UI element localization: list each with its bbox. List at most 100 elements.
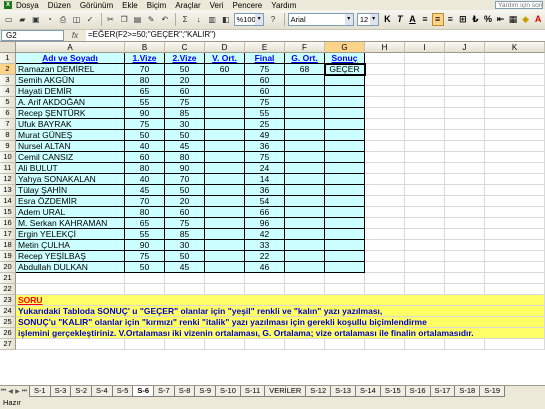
empty-cell[interactable] — [485, 218, 545, 229]
drawing-icon[interactable]: ◧ — [220, 13, 232, 26]
empty-cell[interactable] — [485, 75, 545, 86]
score-cell[interactable]: 60 — [125, 152, 165, 163]
empty-cell[interactable] — [405, 53, 445, 64]
italic-button[interactable]: T — [394, 13, 406, 26]
empty-cell[interactable] — [365, 218, 405, 229]
score-cell[interactable] — [205, 251, 245, 262]
score-cell[interactable]: 30 — [165, 240, 205, 251]
score-cell[interactable]: 50 — [165, 130, 205, 141]
empty-cell[interactable] — [485, 108, 545, 119]
menu-item[interactable]: Görünüm — [80, 1, 113, 10]
empty-cell[interactable] — [365, 108, 405, 119]
student-name-cell[interactable]: Ergin YELEKÇİ — [16, 229, 125, 240]
score-cell[interactable] — [285, 196, 325, 207]
undo-icon[interactable]: ↶ — [159, 13, 171, 26]
empty-cell[interactable] — [405, 218, 445, 229]
score-cell[interactable] — [285, 185, 325, 196]
score-cell[interactable]: 80 — [165, 152, 205, 163]
score-cell[interactable]: 46 — [245, 262, 285, 273]
sheet-tab[interactable]: S-15 — [379, 386, 406, 397]
select-all-corner[interactable] — [0, 42, 16, 53]
menu-item[interactable]: Düzen — [48, 1, 71, 10]
score-cell[interactable] — [325, 207, 365, 218]
row-header[interactable]: 20 — [0, 262, 16, 273]
empty-cell[interactable] — [445, 273, 485, 284]
empty-cell[interactable] — [365, 75, 405, 86]
row-header[interactable]: 14 — [0, 196, 16, 207]
empty-cell[interactable] — [405, 86, 445, 97]
score-cell[interactable]: 40 — [125, 174, 165, 185]
fill-color-icon[interactable]: ◆ — [520, 13, 532, 26]
score-cell[interactable]: 42 — [245, 229, 285, 240]
empty-cell[interactable] — [405, 273, 445, 284]
score-cell[interactable] — [325, 185, 365, 196]
print-icon[interactable]: ⎙ — [57, 13, 69, 26]
sheet-tab[interactable]: S-18 — [454, 386, 481, 397]
sheet-tab[interactable]: S-7 — [153, 386, 175, 397]
score-cell[interactable] — [205, 262, 245, 273]
row-header[interactable]: 6 — [0, 108, 16, 119]
student-name-cell[interactable]: Ali BULUT — [16, 163, 125, 174]
column-header-b[interactable]: B — [125, 42, 165, 53]
row-header[interactable]: 15 — [0, 207, 16, 218]
empty-cell[interactable] — [405, 141, 445, 152]
empty-cell[interactable] — [485, 185, 545, 196]
empty-cell[interactable] — [445, 251, 485, 262]
prev-sheet-icon[interactable]: ◀ — [7, 388, 14, 395]
student-name-cell[interactable]: Murat GÜNEŞ — [16, 130, 125, 141]
autosum-icon[interactable]: Σ — [179, 13, 191, 26]
fx-icon[interactable]: fx — [64, 31, 86, 40]
score-cell[interactable] — [325, 218, 365, 229]
score-cell[interactable] — [205, 207, 245, 218]
score-cell[interactable] — [325, 152, 365, 163]
row-header[interactable]: 25 — [0, 317, 16, 328]
empty-cell[interactable] — [285, 273, 325, 284]
student-name-cell[interactable]: Metin ÇULHA — [16, 240, 125, 251]
score-cell[interactable]: 55 — [125, 97, 165, 108]
score-cell[interactable] — [205, 130, 245, 141]
score-cell[interactable] — [285, 251, 325, 262]
cut-icon[interactable]: ✂ — [105, 13, 117, 26]
score-cell[interactable] — [285, 119, 325, 130]
student-name-cell[interactable]: Recep ŞENTÜRK — [16, 108, 125, 119]
sort-ascending-icon[interactable]: ↓ — [193, 13, 205, 26]
score-cell[interactable] — [325, 229, 365, 240]
empty-cell[interactable] — [365, 174, 405, 185]
sheet-tab[interactable]: S-14 — [354, 386, 381, 397]
score-cell[interactable]: 75 — [125, 119, 165, 130]
score-cell[interactable]: 33 — [245, 240, 285, 251]
empty-cell[interactable] — [445, 196, 485, 207]
score-cell[interactable] — [205, 229, 245, 240]
menu-item[interactable]: Yardım — [271, 1, 296, 10]
row-header[interactable]: 23 — [0, 295, 16, 306]
score-cell[interactable]: 20 — [165, 196, 205, 207]
score-cell[interactable]: 45 — [165, 141, 205, 152]
merge-center-icon[interactable]: ⊞ — [457, 13, 469, 26]
sheet-tab[interactable]: S-6 — [132, 386, 155, 397]
empty-cell[interactable] — [125, 284, 165, 295]
copy-icon[interactable]: ❐ — [118, 13, 130, 26]
align-left-icon[interactable]: ≡ — [419, 13, 431, 26]
empty-cell[interactable] — [445, 218, 485, 229]
score-cell[interactable] — [205, 108, 245, 119]
empty-cell[interactable] — [445, 284, 485, 295]
student-name-cell[interactable]: Adem URAL — [16, 207, 125, 218]
sheet-tab[interactable]: S-11 — [239, 386, 266, 397]
student-name-cell[interactable]: Ramazan DEMİREL — [16, 64, 125, 75]
paste-icon[interactable]: ▤ — [132, 13, 144, 26]
open-icon[interactable]: ▰ — [17, 13, 29, 26]
score-cell[interactable]: 85 — [165, 229, 205, 240]
score-cell[interactable] — [325, 130, 365, 141]
score-cell[interactable]: 55 — [125, 229, 165, 240]
align-right-icon[interactable]: ≡ — [445, 13, 457, 26]
sheet-tab[interactable]: S-16 — [404, 386, 431, 397]
empty-cell[interactable] — [485, 97, 545, 108]
empty-cell[interactable] — [405, 185, 445, 196]
score-cell[interactable] — [325, 163, 365, 174]
score-cell[interactable] — [205, 240, 245, 251]
score-cell[interactable]: 80 — [125, 75, 165, 86]
empty-cell[interactable] — [16, 339, 125, 350]
empty-cell[interactable] — [445, 152, 485, 163]
row-header[interactable]: 18 — [0, 240, 16, 251]
sheet-tab[interactable]: VERİLER — [264, 386, 307, 397]
